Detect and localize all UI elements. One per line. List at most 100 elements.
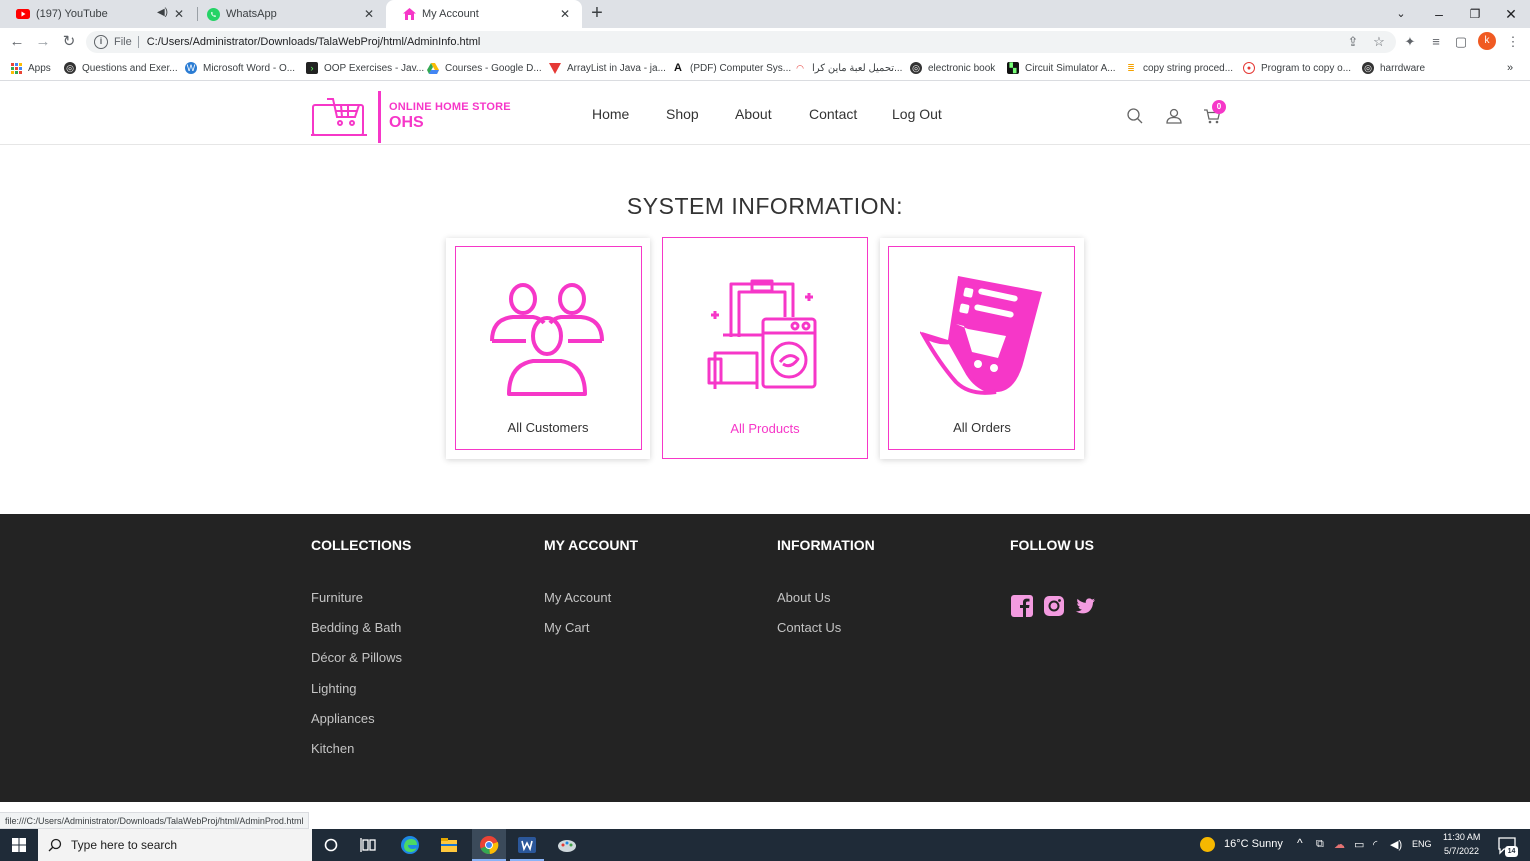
windows-start-icon[interactable] (8, 834, 30, 856)
nav-about[interactable]: About (735, 106, 772, 122)
forward-button[interactable]: → (33, 32, 53, 52)
footer-link-decor[interactable]: Décor & Pillows (311, 650, 402, 665)
bookmark-apps[interactable]: Apps (10, 61, 51, 75)
url-separator (137, 36, 139, 48)
bookmark-item[interactable]: ≣ copy string proced... (1125, 61, 1233, 75)
address-bar[interactable]: i File C:/Users/Administrator/Downloads/… (86, 31, 1396, 53)
user-icon[interactable] (1165, 107, 1183, 125)
footer-link-contact-us[interactable]: Contact Us (777, 620, 841, 635)
clock-time[interactable]: 11:30 AM (1443, 832, 1480, 842)
file-explorer-icon[interactable] (438, 834, 460, 856)
twitter-icon[interactable] (1074, 595, 1096, 617)
bookmark-label: OOP Exercises - Jav... (324, 62, 425, 74)
back-button[interactable]: ← (7, 32, 27, 52)
footer-link-appliances[interactable]: Appliances (311, 711, 375, 726)
taskbar-search-box[interactable]: Type here to search (38, 829, 312, 861)
footer-account-title: MY ACCOUNT (544, 537, 639, 553)
wifi-icon[interactable]: ◜ (1373, 838, 1377, 851)
profile-avatar[interactable]: k (1478, 32, 1496, 50)
chrome-taskbar-button[interactable] (472, 829, 506, 861)
chrome-icon (480, 836, 499, 855)
bookmark-item[interactable]: ◎ Questions and Exer... (64, 61, 178, 75)
weather-text[interactable]: 16°C Sunny (1224, 838, 1283, 850)
facebook-icon[interactable] (1011, 595, 1033, 617)
orders-icon (920, 276, 1042, 395)
tab-search-icon[interactable]: ⌄ (1390, 3, 1412, 25)
reload-button[interactable]: ↻ (59, 32, 79, 52)
footer-link-about-us[interactable]: About Us (777, 590, 830, 605)
bookmark-item[interactable]: ▚ Circuit Simulator A... (1007, 61, 1116, 75)
bookmark-item[interactable]: Courses - Google D... (427, 61, 542, 75)
more-bookmarks-icon[interactable]: » (1507, 61, 1513, 75)
orders-card[interactable]: All Orders (880, 238, 1084, 459)
onedrive-icon[interactable]: ☁ (1334, 838, 1345, 851)
footer-link-my-cart[interactable]: My Cart (544, 620, 590, 635)
minimize-button[interactable]: – (1428, 3, 1450, 25)
show-hidden-icons[interactable]: ^ (1297, 836, 1303, 850)
bookmark-item[interactable]: A (PDF) Computer Sys... (672, 61, 791, 75)
products-card[interactable]: All Products (662, 237, 868, 459)
tab-my-account[interactable]: My Account ✕ (386, 0, 582, 28)
word-taskbar-button[interactable] (510, 829, 544, 861)
extensions-icon[interactable]: ✦ (1401, 33, 1419, 51)
apps-grid-icon (10, 62, 22, 74)
customers-card[interactable]: All Customers (446, 238, 650, 459)
side-panel-icon[interactable]: ▢ (1452, 33, 1470, 51)
bookmark-label: Questions and Exer... (82, 62, 178, 74)
new-tab-button[interactable]: + (586, 3, 608, 25)
bookmark-label: harrdware (1380, 62, 1426, 74)
edge-icon[interactable] (399, 834, 421, 856)
footer-link-my-account[interactable]: My Account (544, 590, 611, 605)
reading-list-icon[interactable]: ≡ (1427, 33, 1445, 51)
bookmark-label: Circuit Simulator A... (1025, 62, 1116, 74)
products-icon (707, 279, 817, 389)
close-tab-icon[interactable]: ✕ (558, 7, 572, 21)
page-title: SYSTEM INFORMATION: (626, 193, 904, 219)
nav-shop[interactable]: Shop (666, 106, 699, 122)
info-icon[interactable]: i (94, 35, 108, 49)
cortana-icon[interactable] (320, 834, 342, 856)
bookmark-item[interactable]: ● Program to copy o... (1243, 61, 1351, 75)
bookmark-item[interactable]: ◎ harrdware (1362, 61, 1425, 75)
footer-link-furniture[interactable]: Furniture (311, 590, 363, 605)
url-text[interactable]: C:/Users/Administrator/Downloads/TalaWeb… (147, 36, 481, 48)
bookmark-item[interactable]: ◠ تحميل لعبة ماين كرا... (794, 61, 902, 75)
word-icon (518, 837, 536, 853)
logo-text[interactable]: ONLINE HOME STORE (389, 101, 511, 113)
logo-cart-icon[interactable] (311, 95, 369, 139)
meet-now-icon[interactable]: ⧉ (1316, 838, 1324, 851)
footer-link-kitchen[interactable]: Kitchen (311, 741, 354, 756)
youtube-icon (16, 7, 30, 21)
restore-button[interactable]: ❐ (1464, 3, 1486, 25)
speaker-icon[interactable]: ◀︎) (157, 7, 168, 18)
bookmark-star-icon[interactable]: ☆ (1370, 33, 1388, 51)
tab-youtube[interactable]: (197) YouTube ◀︎) ✕ (0, 0, 196, 28)
nav-contact[interactable]: Contact (809, 106, 857, 122)
nav-home[interactable]: Home (592, 106, 629, 122)
academia-icon: A (674, 62, 682, 74)
bookmark-item[interactable]: › OOP Exercises - Jav... (306, 61, 424, 75)
clock-date[interactable]: 5/7/2022 (1444, 846, 1479, 856)
footer-link-bedding[interactable]: Bedding & Bath (311, 620, 401, 635)
task-view-icon[interactable] (358, 834, 380, 856)
language-indicator[interactable]: ENG (1412, 839, 1432, 849)
bookmark-item[interactable]: ArrayList in Java - ja... (549, 61, 666, 75)
close-tab-icon[interactable]: ✕ (362, 7, 376, 21)
search-icon[interactable] (1126, 107, 1144, 125)
tab-whatsapp[interactable]: WhatsApp ✕ (190, 0, 386, 28)
volume-icon[interactable]: ◀︎) (1390, 838, 1402, 851)
close-tab-icon[interactable]: ✕ (172, 7, 186, 21)
battery-icon[interactable]: ▭ (1354, 838, 1364, 851)
nav-logout[interactable]: Log Out (892, 106, 942, 122)
close-window-button[interactable]: ✕ (1500, 3, 1522, 25)
bookmarks-bar: Apps ◎ Questions and Exer... W Microsoft W… (0, 56, 1530, 81)
paint-app-icon[interactable] (556, 834, 578, 856)
logo-abbreviation[interactable]: OHS (389, 114, 424, 132)
bookmark-item[interactable]: W Microsoft Word - O... (185, 61, 295, 75)
sun-weather-icon[interactable] (1200, 837, 1215, 852)
footer-link-lighting[interactable]: Lighting (311, 681, 357, 696)
instagram-icon[interactable] (1043, 595, 1065, 617)
bookmark-item[interactable]: ◎ electronic book (910, 61, 995, 75)
menu-icon[interactable]: ⋮ (1504, 33, 1522, 51)
share-icon[interactable]: ⇪ (1344, 33, 1362, 51)
